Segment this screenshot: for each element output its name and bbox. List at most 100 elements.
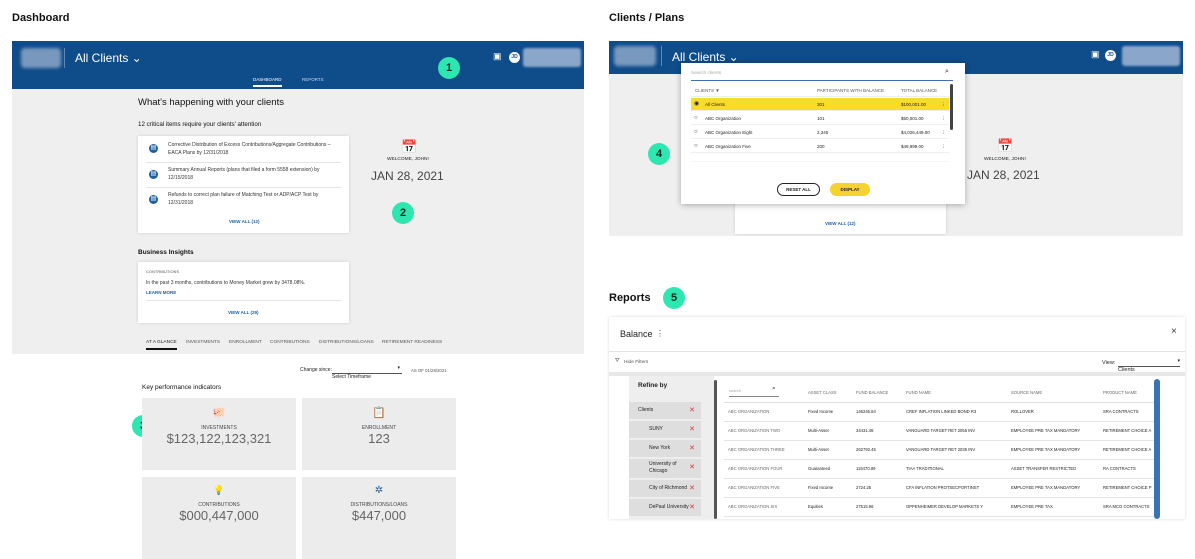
refine-item-city-of-richmond[interactable]: City of Richmond ✕ (629, 480, 701, 497)
client-row-selected[interactable]: ◉ All Clients 301 $100,001.00 ⋮ (691, 98, 949, 111)
participants-count: 301 (817, 102, 825, 107)
tab-investments[interactable]: INVESTMENTS (186, 340, 220, 345)
column-header-source-name[interactable]: SOURCE NAME (1007, 383, 1099, 403)
client-row[interactable]: ○ ABC Organization Eight 2,345 $4,026,44… (691, 126, 949, 139)
cell-fund-balance: 115470.89 (852, 459, 902, 479)
critical-item-1[interactable]: Corrective Distribution of Excess Contri… (168, 142, 338, 157)
table-row[interactable]: ABC ORGANIZATION Fixed Income 146245.84 … (724, 402, 1154, 422)
cell-fund-name: VANGUARD TARGET RET 2035 INV (902, 440, 1007, 460)
view-all-card: VIEW ALL (12) (735, 201, 946, 234)
company-logo (21, 48, 61, 68)
cell-fund-name: TIAA TRADITIONAL (902, 459, 1007, 479)
tab-distributions-loans[interactable]: DISTRIBUTIONS/LOANS (319, 340, 374, 345)
table-row[interactable]: ABC ORGANIZATION FOUR Guaranteed 115470.… (724, 459, 1154, 479)
user-name-blurred[interactable] (1122, 46, 1180, 66)
timeframe-select[interactable]: Select Timeframe ▾ (332, 365, 402, 380)
view-all-critical-link[interactable]: VIEW ALL (12) (229, 219, 260, 224)
display-button[interactable]: DISPLAY (830, 183, 870, 196)
search-icon[interactable]: ⌕ (945, 68, 949, 76)
view-select[interactable]: Clients ▾ (1118, 358, 1180, 373)
total-balance: $4,026,449.00 (901, 130, 930, 135)
kpi-distributions-loans[interactable]: ✲ DISTRIBUTIONS/LOANS $447,000 (302, 477, 456, 559)
table-row[interactable]: ABC ORGANIZATION TWO Multi-Asset 34431.4… (724, 421, 1154, 441)
remove-filter-icon[interactable]: ✕ (689, 402, 695, 419)
participants-count: 200 (817, 144, 825, 149)
kebab-menu-icon[interactable]: ⋮ (656, 329, 664, 338)
cell-organization: ABC ORGANIZATION TWO (724, 421, 804, 441)
client-selector[interactable]: All Clients ⌄ (75, 51, 142, 65)
calendar-clock-icon: 📅 (401, 139, 418, 154)
more-icon[interactable]: ⋮ (941, 112, 946, 125)
remove-filter-icon[interactable]: ✕ (689, 480, 695, 497)
learn-more-link[interactable]: LEARN MORE (146, 290, 176, 295)
avatar[interactable]: JD (509, 52, 520, 63)
cell-fund-name: VANGUARD TARGET RET 2055 INV (902, 421, 1007, 441)
tab-contributions[interactable]: CONTRIBUTIONS (270, 340, 310, 345)
critical-item-3[interactable]: Refunds to correct plan failure of Match… (168, 192, 338, 207)
reset-all-button[interactable]: RESET ALL (777, 183, 820, 196)
tab-retirement-readiness[interactable]: RETIREMENT READINESS (382, 340, 442, 345)
refine-scrollbar[interactable] (714, 380, 717, 519)
view-all-link[interactable]: VIEW ALL (12) (825, 221, 856, 226)
scrollbar[interactable] (950, 84, 953, 130)
client-row[interactable]: ○ ABC Organization Five 200 $49,999.00 ⋮ (691, 140, 949, 153)
column-header-product-name[interactable]: PRODUCT NAME (1099, 383, 1154, 403)
callout-badge-2: 2 (392, 202, 414, 224)
refine-item-suny[interactable]: SUNY ✕ (629, 421, 701, 438)
more-icon[interactable]: ⋮ (941, 140, 946, 153)
document-icon[interactable]: ▣ (493, 51, 502, 62)
column-header-fund-name[interactable]: FUND NAME (902, 383, 1007, 403)
remove-filter-icon[interactable]: ✕ (689, 440, 695, 457)
table-scrollbar[interactable] (1154, 379, 1160, 519)
client-row-partial[interactable] (691, 154, 949, 162)
hide-filters-link[interactable]: Hide Filters (624, 360, 648, 365)
cell-asset-class: Multi-Asset (804, 421, 852, 441)
as-of-date: AS OF 01/28/2021 (411, 368, 447, 373)
cell-asset-class: Multi-Asset (804, 440, 852, 460)
business-insights-heading: Business Insights (138, 249, 194, 256)
cell-product-name: RETIREMENT CHOICE P (1099, 478, 1154, 498)
tab-at-a-glance[interactable]: AT A GLANCE (146, 340, 177, 345)
refine-item-depaul-university[interactable]: DePaul University ✕ (629, 499, 701, 516)
cell-source-name: EMPLOYEE PRE TAX MANDATORY (1007, 421, 1099, 441)
tab-enrollment[interactable]: ENROLLMENT (229, 340, 262, 345)
kpi-contributions[interactable]: 💡 CONTRIBUTIONS $000,447,000 (142, 477, 296, 559)
remove-filter-icon[interactable]: ✕ (689, 499, 695, 516)
view-all-insights-link[interactable]: VIEW ALL (29) (228, 310, 259, 315)
cell-source-name: EMPLOYEE PRE TAX MANDATORY (1007, 478, 1099, 498)
critical-item-2[interactable]: Summary Annual Reports (plans that filed… (168, 167, 338, 182)
client-row[interactable]: ○ ABC Organization 101 $50,001.00 ⋮ (691, 112, 949, 125)
column-header-asset-class[interactable]: ASSET CLASS (804, 383, 852, 403)
client-picker-dropdown: Search clients ⌕ CLIENTS ▼ PARTICIPANTS … (681, 63, 965, 204)
avatar[interactable]: JD (1105, 50, 1116, 61)
refine-item-clients[interactable]: Clients ✕ (629, 402, 701, 419)
remove-filter-icon[interactable]: ✕ (689, 464, 695, 471)
kpi-enrollment[interactable]: 📋 ENROLLMENT 123 (302, 398, 456, 470)
column-header-fund-balance[interactable]: FUND BALANCE (852, 383, 902, 403)
client-search-input[interactable]: Search clients (691, 71, 953, 81)
remove-filter-icon[interactable]: ✕ (689, 421, 695, 438)
more-icon[interactable]: ⋮ (941, 98, 946, 111)
table-row[interactable]: ABC ORGANIZATION THREE Multi-Asset 26279… (724, 440, 1154, 460)
user-name-blurred[interactable] (523, 48, 581, 67)
table-row[interactable]: ABC ORGANIZATION SIX Equities 27515.96 O… (724, 497, 1154, 517)
cell-organization: ABC ORGANIZATION FOUR (724, 459, 804, 479)
more-icon[interactable]: ⋮ (941, 126, 946, 139)
refine-item-new-york[interactable]: New York ✕ (629, 440, 701, 457)
column-header-clients[interactable]: CLIENTS ▼ (695, 84, 720, 97)
welcome-text: WELCOME, JOHN! (984, 157, 1026, 162)
company-logo (614, 46, 656, 66)
tab-dashboard[interactable]: DASHBOARD (253, 77, 282, 82)
kpi-value: $447,000 (351, 508, 407, 523)
tab-reports[interactable]: REPORTS (302, 77, 324, 82)
filter-icon[interactable]: ⛛ (615, 358, 620, 365)
close-icon[interactable]: × (1171, 326, 1177, 337)
kpi-investments[interactable]: 🐖 INVESTMENTS $123,122,123,321 (142, 398, 296, 470)
client-selector[interactable]: All Clients ⌄ (672, 50, 739, 64)
refine-item-university-of-chicago[interactable]: University of Chicago ✕ (629, 459, 701, 478)
calendar-alert-icon: ▤ (149, 170, 158, 179)
document-icon[interactable]: ▣ (1091, 49, 1100, 60)
insight-category: CONTRIBUTIONS (146, 269, 180, 274)
timeframe-value: Select Timeframe (332, 374, 371, 380)
table-row[interactable]: ABC ORGANIZATION FIVE Fixed Income 2724.… (724, 478, 1154, 498)
